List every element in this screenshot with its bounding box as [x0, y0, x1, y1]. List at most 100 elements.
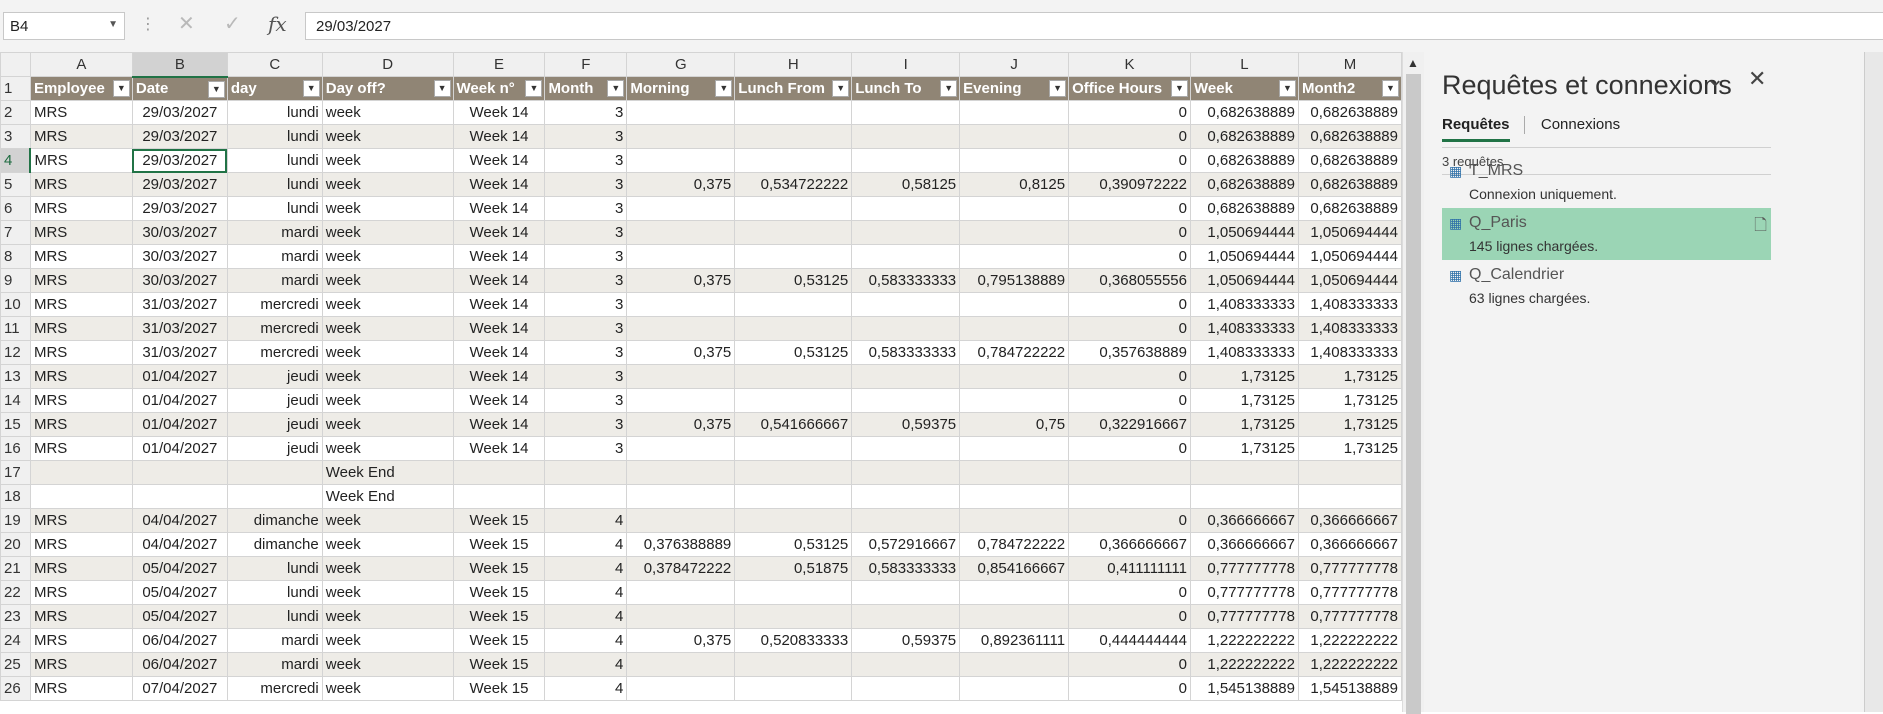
- cell[interactable]: [734, 220, 853, 245]
- cell[interactable]: [851, 508, 961, 533]
- cell[interactable]: 4: [544, 532, 628, 557]
- row-header[interactable]: 8: [0, 244, 31, 269]
- filter-dropdown-icon[interactable]: ▼: [433, 80, 451, 97]
- cell[interactable]: week: [321, 556, 454, 581]
- cell[interactable]: [959, 460, 1070, 485]
- row-header[interactable]: 24: [0, 628, 31, 653]
- cell[interactable]: 07/04/2027: [131, 676, 228, 701]
- row-header[interactable]: 7: [0, 220, 31, 245]
- filter-dropdown-icon[interactable]: ▼: [207, 80, 225, 98]
- cell[interactable]: 3: [544, 292, 628, 317]
- cell[interactable]: [959, 388, 1070, 413]
- cell[interactable]: 0,795138889: [959, 268, 1070, 293]
- cell[interactable]: [851, 316, 961, 341]
- cell[interactable]: [959, 364, 1070, 389]
- table-header-cell[interactable]: Week n° ▼: [452, 76, 546, 101]
- row-header[interactable]: 10: [0, 292, 31, 317]
- column-header[interactable]: E: [452, 52, 546, 77]
- row-header[interactable]: 13: [0, 364, 31, 389]
- cell[interactable]: 06/04/2027: [131, 652, 228, 677]
- cell[interactable]: 1,73125: [1297, 412, 1402, 437]
- cell[interactable]: [959, 604, 1070, 629]
- cell[interactable]: MRS: [29, 388, 133, 413]
- cell[interactable]: [1190, 460, 1299, 485]
- cell[interactable]: [959, 220, 1070, 245]
- cell[interactable]: 1,050694444: [1190, 220, 1299, 245]
- cell[interactable]: Week 14: [452, 388, 546, 413]
- cell[interactable]: 1,73125: [1190, 436, 1299, 461]
- cell[interactable]: 0,682638889: [1297, 100, 1402, 125]
- cell[interactable]: mercredi: [226, 676, 323, 701]
- column-header[interactable]: G: [626, 52, 736, 77]
- cell[interactable]: 0,784722222: [959, 532, 1070, 557]
- cell[interactable]: 3: [544, 196, 628, 221]
- column-header[interactable]: J: [959, 52, 1070, 77]
- cell[interactable]: week: [321, 388, 454, 413]
- cell[interactable]: 4: [544, 676, 628, 701]
- cell[interactable]: [131, 484, 228, 509]
- cell[interactable]: 05/04/2027: [131, 604, 228, 629]
- cell[interactable]: [626, 388, 736, 413]
- cell[interactable]: mercredi: [226, 340, 323, 365]
- cell[interactable]: 0,520833333: [734, 628, 853, 653]
- cell[interactable]: 0,375: [626, 628, 736, 653]
- filter-dropdown-icon[interactable]: ▼: [525, 80, 543, 97]
- query-item[interactable]: ▦ Q_Calendrier 63 lignes chargées.: [1442, 260, 1771, 312]
- row-header[interactable]: 17: [0, 460, 31, 485]
- cell[interactable]: [626, 676, 736, 701]
- cell[interactable]: lundi: [226, 196, 323, 221]
- cell[interactable]: [734, 196, 853, 221]
- cell[interactable]: 1,73125: [1297, 436, 1402, 461]
- cell[interactable]: 01/04/2027: [131, 412, 228, 437]
- cell[interactable]: week: [321, 628, 454, 653]
- confirm-icon[interactable]: ✓: [224, 11, 241, 36]
- column-header[interactable]: I: [851, 52, 961, 77]
- cell[interactable]: 01/04/2027: [131, 364, 228, 389]
- cell[interactable]: Week 14: [452, 100, 546, 125]
- cell[interactable]: 3: [544, 244, 628, 269]
- cell[interactable]: 0,59375: [851, 412, 961, 437]
- tab-requetes[interactable]: Requêtes: [1442, 116, 1510, 142]
- cell[interactable]: lundi: [226, 124, 323, 149]
- cell[interactable]: week: [321, 196, 454, 221]
- cell[interactable]: 0,322916667: [1068, 412, 1191, 437]
- filter-dropdown-icon[interactable]: ▼: [607, 80, 625, 97]
- row-header[interactable]: 9: [0, 268, 31, 293]
- cell[interactable]: 1,73125: [1297, 388, 1402, 413]
- cell[interactable]: 1,050694444: [1190, 268, 1299, 293]
- cell[interactable]: [734, 124, 853, 149]
- cell[interactable]: 30/03/2027: [131, 244, 228, 269]
- table-header-cell[interactable]: Day off? ▼: [321, 76, 454, 101]
- cell[interactable]: 0,583333333: [851, 268, 961, 293]
- cell[interactable]: 0,854166667: [959, 556, 1070, 581]
- cell[interactable]: 04/04/2027: [131, 508, 228, 533]
- cell[interactable]: [851, 388, 961, 413]
- row-header[interactable]: 21: [0, 556, 31, 581]
- row-header[interactable]: 4: [0, 148, 32, 173]
- cell[interactable]: MRS: [29, 244, 133, 269]
- cell[interactable]: 1,222222222: [1297, 628, 1402, 653]
- cell[interactable]: week: [321, 532, 454, 557]
- more-icon[interactable]: ⋮: [140, 14, 156, 34]
- cell[interactable]: 0,53125: [734, 340, 853, 365]
- row-header[interactable]: 6: [0, 196, 31, 221]
- cell[interactable]: 01/04/2027: [131, 388, 228, 413]
- insert-function-icon[interactable]: fx: [268, 12, 287, 36]
- cell[interactable]: 0,682638889: [1190, 172, 1299, 197]
- filter-dropdown-icon[interactable]: ▼: [832, 80, 850, 97]
- cell[interactable]: [626, 460, 736, 485]
- cell[interactable]: 3: [544, 124, 628, 149]
- cell[interactable]: 3: [544, 412, 628, 437]
- cell[interactable]: 0: [1068, 436, 1191, 461]
- cell[interactable]: 0,777777778: [1190, 604, 1299, 629]
- cell[interactable]: week: [321, 652, 454, 677]
- table-header-cell[interactable]: Month ▼: [544, 76, 628, 101]
- cell[interactable]: [626, 148, 736, 173]
- cell[interactable]: week: [321, 100, 454, 125]
- cell[interactable]: week: [321, 604, 454, 629]
- cell[interactable]: 1,408333333: [1297, 316, 1402, 341]
- cell[interactable]: week: [321, 412, 454, 437]
- table-header-cell[interactable]: Employee ▼: [29, 76, 133, 101]
- cell[interactable]: [959, 484, 1070, 509]
- cell[interactable]: [851, 124, 961, 149]
